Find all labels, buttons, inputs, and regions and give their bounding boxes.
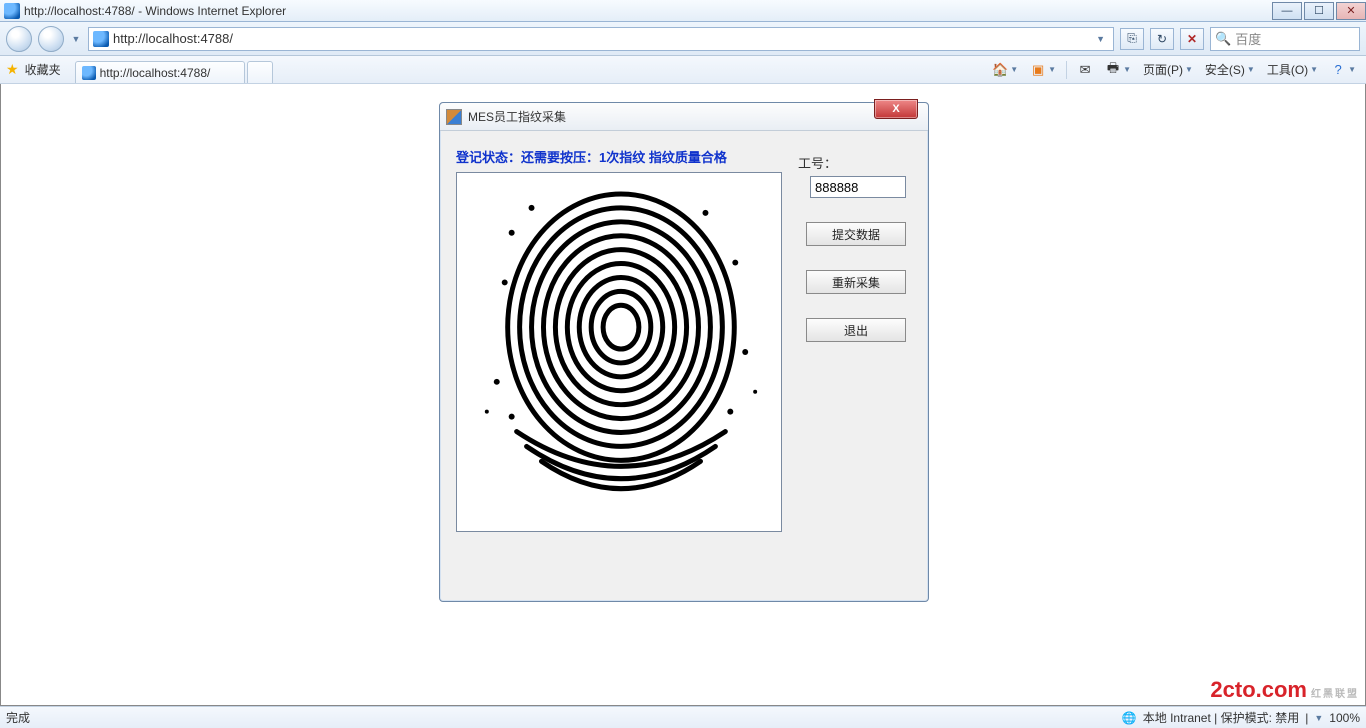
zone-icon: 🌐 [1122, 711, 1137, 725]
watermark: 2cto.com 红黑联盟 [1210, 677, 1359, 703]
search-box[interactable]: 🔍 百度 [1210, 27, 1360, 51]
help-icon: ? [1330, 62, 1346, 78]
page-menu[interactable]: 页面(P)▼ [1139, 59, 1197, 80]
browser-tab[interactable]: http://localhost:4788/ [75, 61, 245, 83]
window-title: http://localhost:4788/ - Windows Interne… [24, 4, 286, 18]
statusbar: 完成 🌐 本地 Intranet | 保护模式: 禁用 | ▼ 100% [0, 706, 1366, 728]
tab-strip: http://localhost:4788/ [75, 56, 273, 83]
minimize-button[interactable]: — [1272, 2, 1302, 20]
ie-navbar: ▼ http://localhost:4788/ ▼ ⎘ ↻ ✕ 🔍 百度 [0, 22, 1366, 56]
employee-id-input[interactable] [810, 176, 906, 198]
page-content: MES员工指纹采集 X 登记状态：还需要按压：1次指纹 指纹质量合格 [0, 84, 1366, 706]
os-titlebar: http://localhost:4788/ - Windows Interne… [0, 0, 1366, 22]
new-tab-button[interactable] [247, 61, 273, 83]
separator [1066, 61, 1067, 79]
fingerprint-image [456, 172, 782, 532]
address-bar[interactable]: http://localhost:4788/ ▼ [88, 27, 1114, 51]
command-bar: 🏠▼ ▣▼ ✉ 🖶▼ 页面(P)▼ 安全(S)▼ 工具(O)▼ ?▼ [988, 59, 1360, 80]
ie-icon [4, 3, 20, 19]
address-dropdown-icon[interactable]: ▼ [1092, 34, 1109, 44]
maximize-button[interactable]: ☐ [1304, 2, 1334, 20]
employee-id-label: 工号： [798, 153, 914, 172]
address-text: http://localhost:4788/ [113, 31, 233, 46]
forward-button[interactable] [38, 26, 64, 52]
home-icon: 🏠 [992, 62, 1008, 78]
safety-menu[interactable]: 安全(S)▼ [1201, 59, 1259, 80]
watermark-text: 2cto [1210, 677, 1255, 703]
rss-icon: ▣ [1030, 62, 1046, 78]
window-controls: — ☐ ✕ [1270, 2, 1366, 20]
stop-button[interactable]: ✕ [1180, 28, 1204, 50]
dialog-body: 登记状态：还需要按压：1次指纹 指纹质量合格 [440, 131, 928, 601]
dialog-close-button[interactable]: X [874, 99, 918, 119]
print-button[interactable]: 🖶▼ [1101, 60, 1135, 80]
dialog-titlebar[interactable]: MES员工指纹采集 [440, 103, 928, 131]
page-favicon-icon [93, 31, 109, 47]
refresh-button[interactable]: ↻ [1150, 28, 1174, 50]
compatibility-button[interactable]: ⎘ [1120, 28, 1144, 50]
back-button[interactable] [6, 26, 32, 52]
fingerprint-icon [457, 173, 781, 531]
home-button[interactable]: 🏠▼ [988, 60, 1022, 80]
dialog-side-panel: 工号： 提交数据 重新采集 退出 [798, 147, 914, 342]
form-icon [446, 109, 462, 125]
favorites-label[interactable]: 收藏夹 [25, 61, 61, 78]
history-dropdown[interactable]: ▼ [70, 26, 82, 52]
zone-text: 本地 Intranet | 保护模式: 禁用 [1143, 709, 1299, 726]
status-sep: | [1305, 711, 1308, 725]
fingerprint-dialog: MES员工指纹采集 X 登记状态：还需要按压：1次指纹 指纹质量合格 [439, 102, 929, 602]
tab-favicon-icon [82, 66, 96, 80]
favorites-star-icon[interactable]: ★ [6, 61, 19, 78]
mail-icon: ✉ [1077, 62, 1093, 78]
zoom-text: 100% [1329, 711, 1360, 725]
submit-button[interactable]: 提交数据 [806, 222, 906, 246]
ie-favbar: ★ 收藏夹 http://localhost:4788/ 🏠▼ ▣▼ ✉ 🖶▼ … [0, 56, 1366, 84]
recapture-button[interactable]: 重新采集 [806, 270, 906, 294]
tab-title: http://localhost:4788/ [100, 66, 211, 80]
protected-mode-dropdown[interactable]: ▼ [1314, 713, 1323, 723]
mail-button[interactable]: ✉ [1073, 60, 1097, 80]
tools-menu[interactable]: 工具(O)▼ [1263, 59, 1322, 80]
search-icon: 🔍 [1215, 31, 1231, 47]
watermark-sub: 红黑联盟 [1311, 685, 1359, 700]
status-left: 完成 [6, 709, 30, 726]
dialog-title: MES员工指纹采集 [468, 108, 566, 125]
window-close-button[interactable]: ✕ [1336, 2, 1366, 20]
print-icon: 🖶 [1105, 62, 1121, 78]
search-placeholder: 百度 [1235, 29, 1261, 48]
watermark-suffix: .com [1256, 677, 1307, 703]
help-button[interactable]: ?▼ [1326, 60, 1360, 80]
feeds-button[interactable]: ▣▼ [1026, 60, 1060, 80]
exit-button[interactable]: 退出 [806, 318, 906, 342]
